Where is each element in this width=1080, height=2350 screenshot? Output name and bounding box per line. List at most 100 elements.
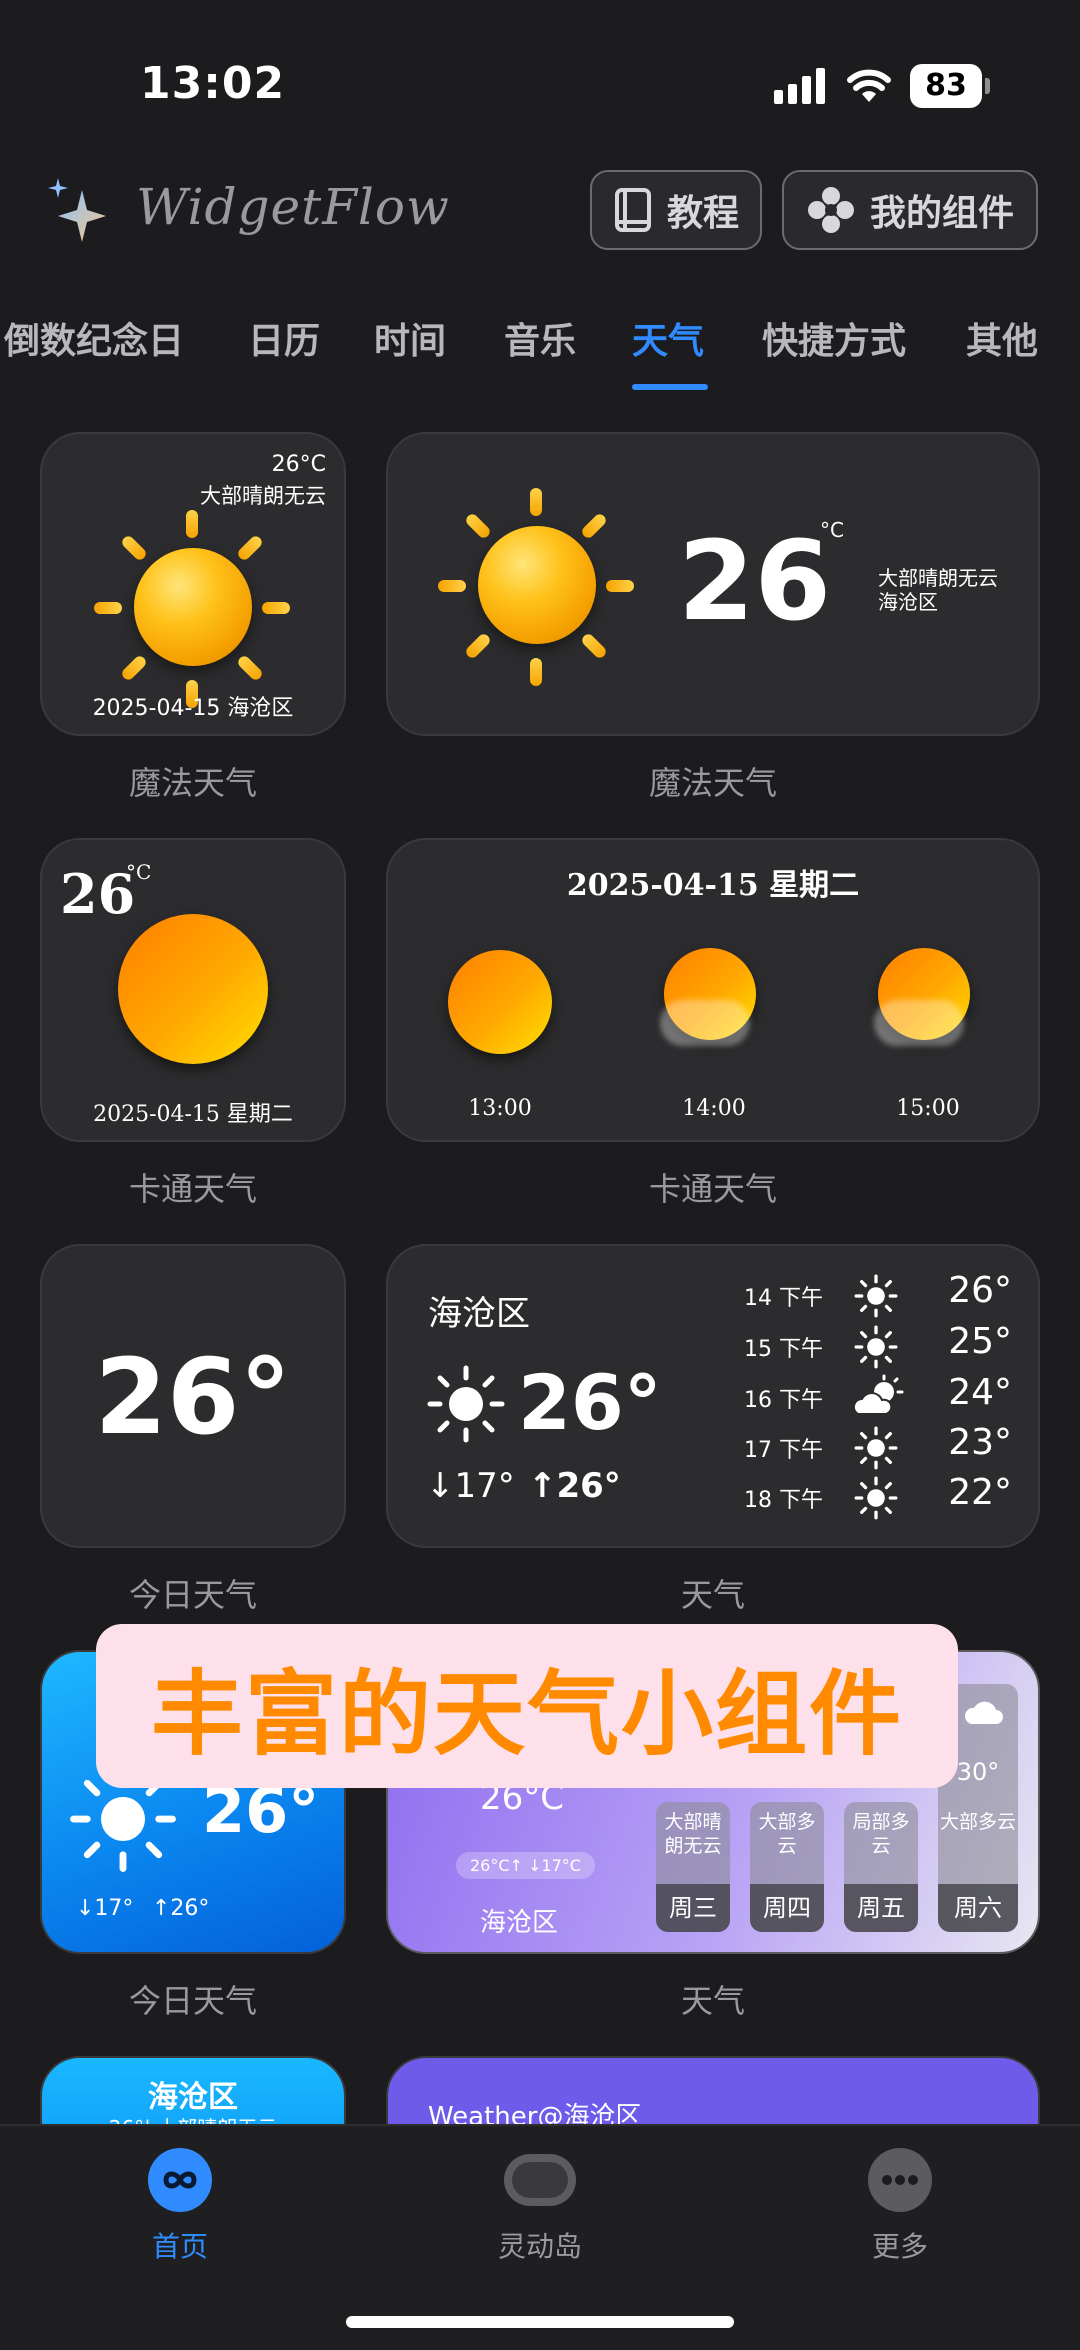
sun-cloud-cartoon-icon <box>874 948 974 1052</box>
hour-time: 18 下午 <box>744 1488 823 1513</box>
promo-banner: 丰富的天气小组件 <box>96 1624 958 1788</box>
widget-caption: 今日天气 <box>128 1576 257 1614</box>
tab-shortcuts[interactable]: 快捷方式 <box>762 312 906 364</box>
widget-date: 2025-04-15 星期二 <box>566 868 860 903</box>
partly-cloudy-icon <box>852 1374 904 1415</box>
widget-caption: 今日天气 <box>128 1982 257 2020</box>
widget-forecast-medium[interactable]: 海沧区 26° ↓17° ↑26° 14 下午 15 下午 16 下午 17 下… <box>386 1244 1040 1548</box>
widget-cartoon-weather-small[interactable]: 26 °C 2025-04-15 星期二 <box>40 838 346 1142</box>
hour-time: 14 下午 <box>744 1286 823 1311</box>
hour-time: 16 下午 <box>744 1388 823 1413</box>
infinity-icon <box>148 2148 212 2212</box>
widget-caption: 卡通天气 <box>648 1170 777 1208</box>
hour-label: 15:00 <box>896 1096 960 1121</box>
widget-today-weather-small[interactable]: 26° <box>40 1244 346 1548</box>
widget-location: 海沧区 <box>148 2080 238 2115</box>
sun-3d-icon <box>88 504 296 712</box>
dynamic-island-icon <box>504 2154 576 2206</box>
sun-icon <box>427 1365 505 1443</box>
status-time: 13:02 <box>140 58 286 109</box>
hour-temp: 24° <box>948 1372 1012 1413</box>
nav-label: 首页 <box>151 2230 208 2263</box>
wifi-icon <box>847 69 891 102</box>
hour-temp: 23° <box>948 1422 1012 1463</box>
widget-location: 海沧区 <box>878 590 938 614</box>
day-forecast-card: 大部多云 周四 <box>750 1802 824 1932</box>
cloud-icon <box>964 1701 1003 1724</box>
widget-caption: 天气 <box>680 1982 745 2020</box>
hour-time: 15 下午 <box>744 1337 823 1362</box>
day-label: 周五 <box>844 1884 918 1932</box>
nav-dynamic-island[interactable]: 灵动岛 <box>440 2148 640 2265</box>
hour-label: 14:00 <box>682 1096 746 1121</box>
day-forecast-card: 大部晴朗无云 周三 <box>656 1802 730 1932</box>
hour-temp: 26° <box>948 1270 1012 1311</box>
high-temp: ↑26° <box>528 1466 621 1506</box>
temp-range-pill: 26°C↑ ↓17°C <box>456 1852 595 1879</box>
hour-temp: 22° <box>948 1472 1012 1513</box>
widget-temp: 26 <box>60 862 136 926</box>
my-widgets-label: 我的组件 <box>869 193 1014 234</box>
widget-cartoon-weather-medium[interactable]: 2025-04-15 星期二 13:00 14:00 15:00 <box>386 838 1040 1142</box>
widget-date: 2025-04-15 星期二 <box>93 1102 293 1127</box>
widget-caption: 天气 <box>680 1576 745 1614</box>
widget-temp: 26° <box>518 1358 662 1447</box>
widget-caption: 卡通天气 <box>128 1170 257 1208</box>
active-tab-indicator <box>632 384 708 390</box>
more-dots-icon <box>868 2148 932 2212</box>
widgets-flower-icon <box>807 187 854 233</box>
day-desc: 局部多云 <box>852 1811 910 1857</box>
widget-caption: 魔法天气 <box>648 764 777 802</box>
sun-icon <box>854 1426 898 1470</box>
low-temp: ↓17° <box>76 1896 134 1921</box>
widget-location: 海沧区 <box>428 1294 530 1334</box>
temp-unit: °C <box>126 860 152 884</box>
widget-temp: 26°C <box>271 452 326 477</box>
category-tabs: 倒数纪念日 日历 时间 音乐 天气 快捷方式 其他 <box>0 312 1080 372</box>
sun-cartoon-icon <box>118 914 268 1064</box>
widget-temp: 26° <box>94 1336 292 1458</box>
low-temp: ↓17° <box>426 1466 515 1506</box>
sun-cloud-cartoon-icon <box>660 948 760 1052</box>
widget-caption: 魔法天气 <box>128 764 257 802</box>
widget-date-location: 2025-04-15 海沧区 <box>92 696 294 721</box>
widget-location: 海沧区 <box>480 1908 559 1938</box>
nav-home[interactable]: 首页 <box>80 2148 280 2265</box>
tab-other[interactable]: 其他 <box>966 312 1038 364</box>
day-desc: 大部晴朗无云 <box>664 1811 722 1857</box>
app-logo-text: WidgetFlow <box>136 178 450 236</box>
sun-icon <box>854 1325 898 1369</box>
day-label: 周四 <box>750 1884 824 1932</box>
widget-temp: 26 <box>678 517 832 645</box>
day-label: 周三 <box>656 1884 730 1932</box>
hour-temp: 25° <box>948 1321 1012 1362</box>
day-desc: 大部多云 <box>758 1811 816 1857</box>
tab-time[interactable]: 时间 <box>374 312 446 364</box>
battery-icon: 83 <box>910 64 990 108</box>
nav-label: 更多 <box>871 2230 928 2263</box>
widget-magic-weather-medium[interactable]: 26 °C 大部晴朗无云 海沧区 <box>386 432 1040 736</box>
sparkle-logo-icon <box>48 178 106 242</box>
day-forecast-card: 局部多云 周五 <box>844 1802 918 1932</box>
day-desc: 大部多云 <box>939 1811 1016 1833</box>
tab-calendar[interactable]: 日历 <box>248 312 320 364</box>
sun-3d-icon <box>432 482 640 690</box>
nav-more[interactable]: 更多 <box>800 2148 1000 2265</box>
tutorial-label: 教程 <box>666 193 739 234</box>
sun-cartoon-icon <box>448 950 552 1054</box>
book-icon <box>614 188 651 232</box>
widget-magic-weather-small[interactable]: 26°C 大部晴朗无云 2025-04-15 海沧区 <box>40 432 346 736</box>
tutorial-button[interactable]: 教程 <box>590 170 762 250</box>
cellular-signal-icon <box>774 66 826 104</box>
sun-icon <box>854 1274 898 1318</box>
day-label: 周六 <box>938 1884 1018 1932</box>
sun-icon <box>854 1476 898 1520</box>
high-temp: ↑26° <box>152 1896 210 1921</box>
tab-music[interactable]: 音乐 <box>504 312 576 364</box>
tab-countdown[interactable]: 倒数纪念日 <box>4 312 184 364</box>
hour-time: 17 下午 <box>744 1438 823 1463</box>
temp-unit: °C <box>820 518 844 542</box>
tab-weather[interactable]: 天气 <box>632 312 704 364</box>
my-widgets-button[interactable]: 我的组件 <box>782 170 1038 250</box>
hour-label: 13:00 <box>468 1096 532 1121</box>
